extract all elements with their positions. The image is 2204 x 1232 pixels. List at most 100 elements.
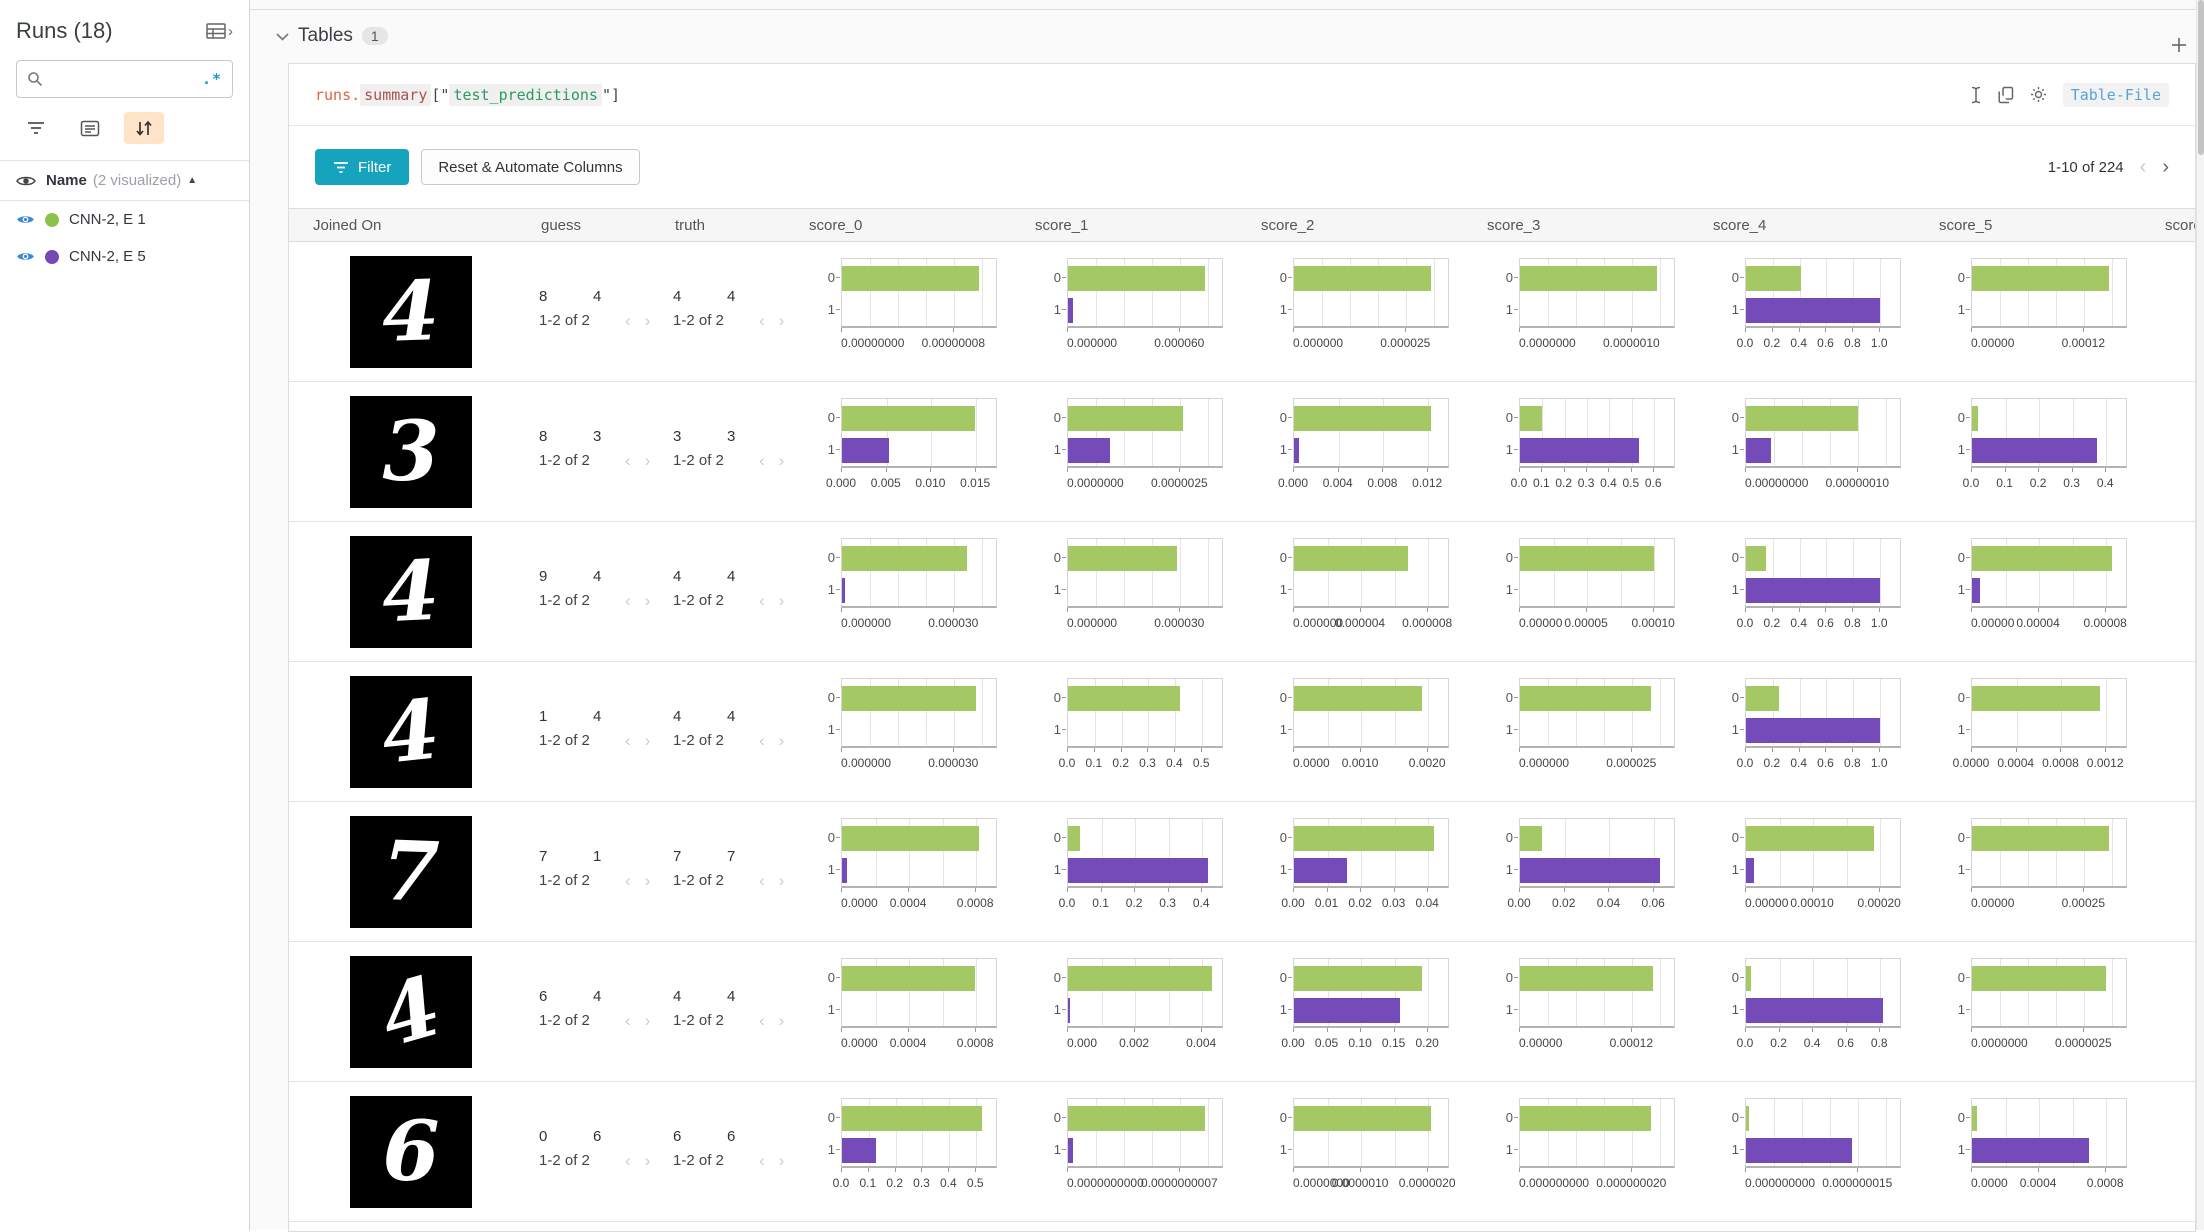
pager-prev-icon[interactable]: ‹ xyxy=(625,592,631,609)
y-tick-1 xyxy=(1740,869,1744,870)
y-tick-1 xyxy=(1514,1009,1518,1010)
prev-page-icon[interactable]: ‹ xyxy=(2140,157,2147,177)
gear-icon[interactable] xyxy=(2030,86,2047,103)
x-tick-label: 0.00012 xyxy=(1610,1036,1653,1050)
pager-prev-icon[interactable]: ‹ xyxy=(625,732,631,749)
chart-plot-area xyxy=(1519,538,1675,608)
truth-value: 4 xyxy=(727,568,781,585)
run-visibility-eye-icon[interactable] xyxy=(16,250,35,263)
y-tick-1 xyxy=(1062,589,1066,590)
column-header-truth[interactable]: truth xyxy=(673,217,807,234)
filter-button[interactable]: Filter xyxy=(315,149,409,185)
pager-prev-icon[interactable]: ‹ xyxy=(759,732,765,749)
run-visibility-eye-icon[interactable] xyxy=(16,213,35,226)
guess-value: 4 xyxy=(593,708,647,725)
pager-next-icon[interactable]: › xyxy=(779,1012,785,1029)
text-cursor-icon[interactable] xyxy=(1970,86,1982,104)
score-3-cell: 010.000000.00012 xyxy=(1485,942,1711,1081)
y-tick-0 xyxy=(1288,557,1292,558)
pager-next-icon[interactable]: › xyxy=(645,872,651,889)
x-tick-label: 0.3 xyxy=(913,1176,930,1190)
y-axis-label-0: 0 xyxy=(1273,970,1287,985)
pager-prev-icon[interactable]: ‹ xyxy=(759,312,765,329)
pager-prev-icon[interactable]: ‹ xyxy=(759,592,765,609)
score-4-cell: 010.00.20.40.60.81.0 xyxy=(1711,662,1937,801)
y-axis-label-0: 0 xyxy=(1499,410,1513,425)
column-header-score_4[interactable]: score_4 xyxy=(1711,217,1937,234)
sort-runs-button[interactable] xyxy=(124,112,164,144)
guess-pager: 1-2 of 2‹› xyxy=(539,452,673,469)
reset-columns-button[interactable]: Reset & Automate Columns xyxy=(421,149,639,185)
digit-image-thumbnail[interactable]: 4 xyxy=(350,956,472,1068)
pager-prev-icon[interactable]: ‹ xyxy=(625,312,631,329)
next-page-icon[interactable]: › xyxy=(2162,157,2169,177)
collapse-chevron-icon[interactable] xyxy=(276,32,289,41)
y-axis-label-0: 0 xyxy=(1499,970,1513,985)
score-6-cell xyxy=(2163,942,2196,1081)
chart-plot-area xyxy=(1293,1098,1449,1168)
digit-image-thumbnail[interactable]: 7 xyxy=(350,816,472,928)
pager-next-icon[interactable]: › xyxy=(779,592,785,609)
expand-chevron-icon[interactable]: › xyxy=(228,23,233,40)
group-runs-button[interactable] xyxy=(70,112,110,144)
guess-values: 94 xyxy=(539,568,673,585)
pager-next-icon[interactable]: › xyxy=(779,452,785,469)
pager-prev-icon[interactable]: ‹ xyxy=(759,1152,765,1169)
column-header-score_5[interactable]: score_5 xyxy=(1937,217,2163,234)
add-panel-icon[interactable] xyxy=(2170,36,2188,54)
pager-next-icon[interactable]: › xyxy=(645,732,651,749)
score-3-cell: 010.000000.000050.00010 xyxy=(1485,522,1711,661)
pager-prev-icon[interactable]: ‹ xyxy=(759,452,765,469)
digit-image-thumbnail[interactable]: 4 xyxy=(350,676,472,788)
run-list-item[interactable]: CNN-2, E 5 xyxy=(0,238,249,275)
digit-image-thumbnail[interactable]: 3 xyxy=(350,396,472,508)
page-scrollbar[interactable] xyxy=(2196,0,2204,1230)
pager-next-icon[interactable]: › xyxy=(645,592,651,609)
pager-next-icon[interactable]: › xyxy=(645,312,651,329)
chart-plot-area xyxy=(1971,258,2127,328)
column-header-score_0[interactable]: score_0 xyxy=(807,217,1033,234)
digit-image-thumbnail[interactable]: 4 xyxy=(350,536,472,648)
pager-prev-icon[interactable]: ‹ xyxy=(625,872,631,889)
truth-pager: 1-2 of 2‹› xyxy=(673,1012,807,1029)
digit-image-thumbnail[interactable]: 4 xyxy=(350,256,472,368)
sort-caret-icon[interactable]: ▲ xyxy=(187,175,197,186)
column-header-score_1[interactable]: score_1 xyxy=(1033,217,1259,234)
pager-next-icon[interactable]: › xyxy=(779,872,785,889)
x-tick-label: 0.00 xyxy=(1281,1036,1304,1050)
pager-next-icon[interactable]: › xyxy=(645,1012,651,1029)
column-header-guess[interactable]: guess xyxy=(539,217,673,234)
pager-next-icon[interactable]: › xyxy=(779,732,785,749)
column-header-score_2[interactable]: score_2 xyxy=(1259,217,1485,234)
scrollbar-thumb[interactable] xyxy=(2198,0,2204,155)
pager-next-icon[interactable]: › xyxy=(779,1152,785,1169)
x-tick-label: 0.0000000 xyxy=(1971,1036,2028,1050)
copy-icon[interactable] xyxy=(1998,86,2014,104)
y-axis-label-1: 1 xyxy=(1725,582,1739,597)
column-header-joined-on[interactable]: Joined On xyxy=(289,217,539,234)
pager-prev-icon[interactable]: ‹ xyxy=(625,1152,631,1169)
pager-prev-icon[interactable]: ‹ xyxy=(625,1012,631,1029)
regex-toggle[interactable]: .* xyxy=(202,70,222,88)
filter-runs-button[interactable] xyxy=(16,112,56,144)
digit-image-thumbnail[interactable]: 6 xyxy=(350,1096,472,1208)
column-header-score_3[interactable]: score_3 xyxy=(1485,217,1711,234)
pager-prev-icon[interactable]: ‹ xyxy=(759,872,765,889)
visibility-eye-icon[interactable] xyxy=(16,174,36,188)
name-column-header[interactable]: Name (2 visualized) ▲ xyxy=(0,161,249,201)
run-list-item[interactable]: CNN-2, E 1 xyxy=(0,201,249,238)
pager-next-icon[interactable]: › xyxy=(779,312,785,329)
x-tick-mark xyxy=(1338,468,1339,472)
pager-next-icon[interactable]: › xyxy=(645,452,651,469)
query-expression[interactable]: runs.summary["test_predictions"] xyxy=(289,64,2195,126)
column-header-score_6[interactable]: score_6 xyxy=(2163,217,2196,234)
x-tick-label: 0.00 xyxy=(1507,896,1530,910)
y-tick-0 xyxy=(836,837,840,838)
y-axis-label-1: 1 xyxy=(1499,722,1513,737)
pager-next-icon[interactable]: › xyxy=(645,1152,651,1169)
runs-table-icon[interactable] xyxy=(206,22,226,40)
pager-prev-icon[interactable]: ‹ xyxy=(625,452,631,469)
pager-prev-icon[interactable]: ‹ xyxy=(759,1012,765,1029)
table-file-link[interactable]: Table-File xyxy=(2063,83,2169,107)
search-input[interactable] xyxy=(51,71,202,87)
